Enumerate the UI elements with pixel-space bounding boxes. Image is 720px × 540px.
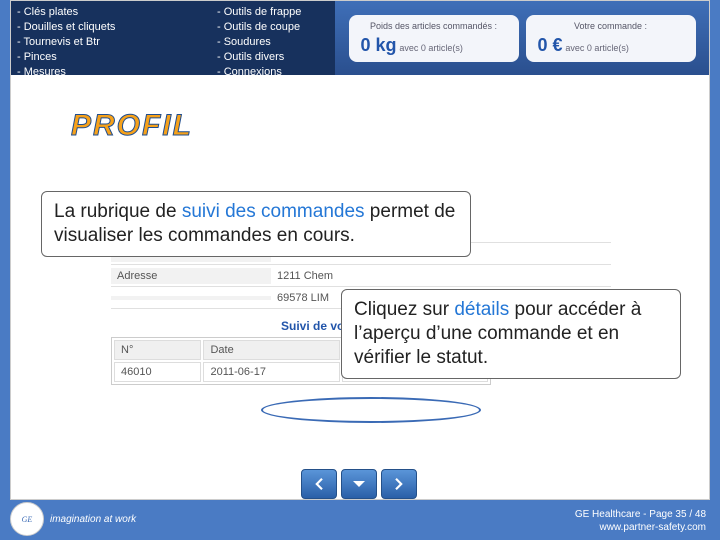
orders-th-no: N°	[114, 340, 201, 360]
footer-page-info: GE Healthcare - Page 35 / 48 www.partner…	[575, 508, 706, 534]
chevron-left-icon	[310, 475, 328, 493]
svg-text:PROFIL: PROFIL	[71, 109, 193, 142]
nav-item[interactable]: - Sécurité	[17, 80, 205, 95]
footer-page: GE Healthcare - Page 35 / 48	[575, 508, 706, 521]
form-value: 1211 Chem	[271, 268, 339, 284]
highlight-ellipse	[261, 397, 481, 423]
slide-nav-arrows	[301, 469, 417, 499]
cart-weight-value: 0 kg	[361, 35, 397, 55]
b2-highlight: détails	[454, 299, 509, 320]
cart-order-label: Votre commande :	[538, 21, 684, 31]
cart-order-box: Votre commande : 0 € avec 0 article(s)	[526, 15, 696, 62]
form-value: 69578 LIM	[271, 290, 335, 306]
cart-order-value: 0 €	[538, 35, 563, 55]
nav-item[interactable]: - Connexions	[217, 65, 329, 80]
cart-summary-area: Poids des articles commandés : 0 kg avec…	[335, 1, 709, 75]
b1-highlight: suivi des commandes	[182, 201, 365, 222]
nav-column-2[interactable]: - Outils de frappe- Outils de coupe- Sou…	[211, 1, 335, 75]
nav-item[interactable]: - Outils divers	[217, 50, 329, 65]
order-no: 46010	[114, 362, 201, 382]
order-date: 2011-06-17	[203, 362, 339, 382]
form-key	[111, 296, 271, 300]
cart-weight-box: Poids des articles commandés : 0 kg avec…	[349, 15, 519, 62]
ge-monogram-icon: GE	[10, 502, 44, 536]
form-key: Adresse	[111, 268, 271, 284]
ge-logo: GE imagination at work	[10, 502, 136, 536]
nav-item[interactable]: - Pinces	[17, 50, 205, 65]
chevron-right-icon	[390, 475, 408, 493]
nav-column-1[interactable]: - Clés plates- Douilles et cliquets- Tou…	[11, 1, 211, 75]
down-icon	[350, 475, 368, 493]
nav-item[interactable]: - Outils de coupe	[217, 20, 329, 35]
home-button[interactable]	[341, 469, 377, 499]
nav-item[interactable]: - Douilles et cliquets	[17, 20, 205, 35]
b1-pre: La rubrique de	[54, 201, 182, 222]
callout-bubble-2: Cliquez sur détails pour accéder à l’ape…	[341, 289, 681, 379]
footer-url: www.partner-safety.com	[575, 521, 706, 534]
form-row: Adresse1211 Chem	[111, 265, 611, 287]
b2-pre: Cliquez sur	[354, 299, 454, 320]
nav-item[interactable]: - Mesures	[17, 65, 205, 80]
nav-item[interactable]: - Fixation	[217, 80, 329, 95]
prev-button[interactable]	[301, 469, 337, 499]
nav-item[interactable]: - Tournevis et Btr	[17, 35, 205, 50]
ge-tagline: imagination at work	[50, 514, 136, 525]
nav-item[interactable]: - Clés plates	[17, 5, 205, 20]
orders-th-date: Date	[203, 340, 339, 360]
cart-order-sub: avec 0 article(s)	[565, 43, 629, 53]
nav-item[interactable]: - Outils de frappe	[217, 5, 329, 20]
next-button[interactable]	[381, 469, 417, 499]
cart-weight-label: Poids des articles commandés :	[361, 21, 507, 31]
profil-logo: PROFIL	[71, 105, 709, 150]
cart-weight-sub: avec 0 article(s)	[399, 43, 463, 53]
callout-bubble-1: La rubrique de suivi des commandes perme…	[41, 191, 471, 257]
nav-item[interactable]: - Soudures	[217, 35, 329, 50]
